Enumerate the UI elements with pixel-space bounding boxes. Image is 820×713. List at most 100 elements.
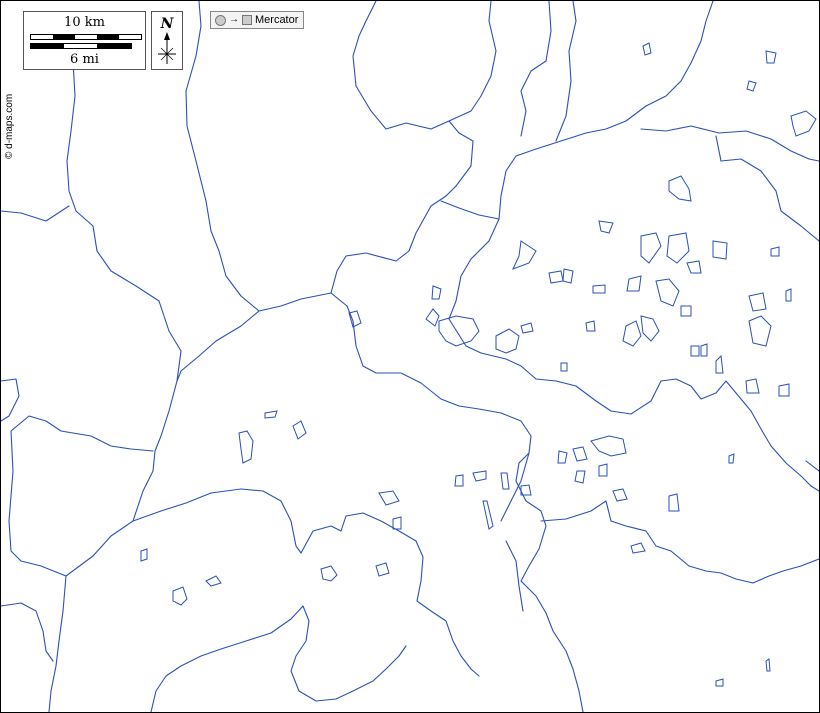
lake <box>748 315 772 347</box>
map-frame: © d-maps.com 10 km 6 mi N → Mercator <box>0 0 820 713</box>
river <box>1 378 20 422</box>
river <box>805 460 819 472</box>
river <box>132 488 480 677</box>
river <box>185 1 332 312</box>
lake <box>348 310 362 328</box>
lake <box>770 246 780 257</box>
scale-km-label: 10 km <box>64 15 105 30</box>
compass-icon <box>158 32 176 64</box>
lake <box>690 345 700 357</box>
lake <box>712 240 728 260</box>
lake <box>585 320 596 332</box>
lake <box>572 446 588 462</box>
scale-km-bar <box>30 34 142 40</box>
north-arrow: N <box>151 11 183 70</box>
lake <box>378 490 400 506</box>
lake <box>590 435 627 457</box>
river <box>715 135 819 242</box>
river <box>1 602 54 662</box>
lake <box>622 320 642 347</box>
river <box>66 60 182 522</box>
lake <box>560 362 568 372</box>
river <box>330 292 532 454</box>
arrow-right-icon: → <box>229 14 239 25</box>
lake <box>765 50 777 64</box>
lake <box>746 80 757 92</box>
lake <box>548 270 564 284</box>
river <box>176 310 260 382</box>
scale-mi-bar <box>30 43 132 49</box>
lakes <box>140 42 817 687</box>
river <box>640 125 819 162</box>
credit-label: © d-maps.com <box>4 81 18 161</box>
lake <box>292 420 307 440</box>
river <box>48 575 67 712</box>
projection-badge: → Mercator <box>210 11 305 29</box>
lake <box>666 232 690 264</box>
lake <box>668 175 692 202</box>
lake <box>680 305 692 317</box>
lake <box>612 488 628 502</box>
lake <box>700 343 708 357</box>
river <box>520 1 552 137</box>
river <box>515 452 584 712</box>
lake <box>668 493 680 512</box>
lake <box>598 463 608 477</box>
globe-circle-icon <box>215 14 226 26</box>
credit-text: © d-maps.com <box>4 93 15 159</box>
river <box>498 1 714 220</box>
river <box>1 205 70 222</box>
lake <box>238 430 254 464</box>
river <box>500 452 530 522</box>
lake <box>205 575 222 587</box>
river <box>505 540 524 612</box>
map-canvas <box>1 1 819 712</box>
lake <box>598 220 614 234</box>
lake <box>454 474 464 487</box>
lake <box>172 586 188 606</box>
lake <box>728 453 735 464</box>
lake <box>425 308 440 327</box>
lake <box>640 315 660 342</box>
river <box>352 1 450 130</box>
lake <box>745 378 760 394</box>
lake <box>686 260 702 274</box>
scale-mi-label: 6 mi <box>70 52 99 67</box>
river <box>735 392 819 492</box>
river <box>440 200 500 220</box>
river <box>555 1 577 142</box>
lake <box>562 268 574 284</box>
lake <box>640 232 662 264</box>
lake <box>472 470 487 482</box>
lake <box>438 315 480 347</box>
lake <box>626 275 642 292</box>
river <box>448 218 500 320</box>
lake <box>495 328 520 354</box>
projection-label: Mercator <box>255 14 299 26</box>
lake <box>655 278 680 307</box>
lake <box>715 678 724 687</box>
lake <box>520 322 534 334</box>
map-square-icon <box>242 15 252 25</box>
river <box>150 605 407 712</box>
river <box>448 318 737 415</box>
lake <box>140 548 148 562</box>
north-label: N <box>160 16 174 32</box>
lake <box>557 450 568 464</box>
lake <box>574 470 586 484</box>
lake <box>778 383 790 397</box>
lake <box>482 500 494 530</box>
lake <box>785 288 792 302</box>
lake <box>715 354 724 374</box>
river <box>540 500 819 584</box>
lake <box>765 658 771 672</box>
lake <box>512 240 537 270</box>
lake <box>264 410 278 419</box>
river <box>8 415 154 577</box>
lake <box>500 472 510 490</box>
lake <box>375 562 390 577</box>
lake <box>642 42 652 56</box>
lake <box>790 110 817 137</box>
lake <box>592 284 606 294</box>
scale-bar: 10 km 6 mi <box>23 11 146 70</box>
